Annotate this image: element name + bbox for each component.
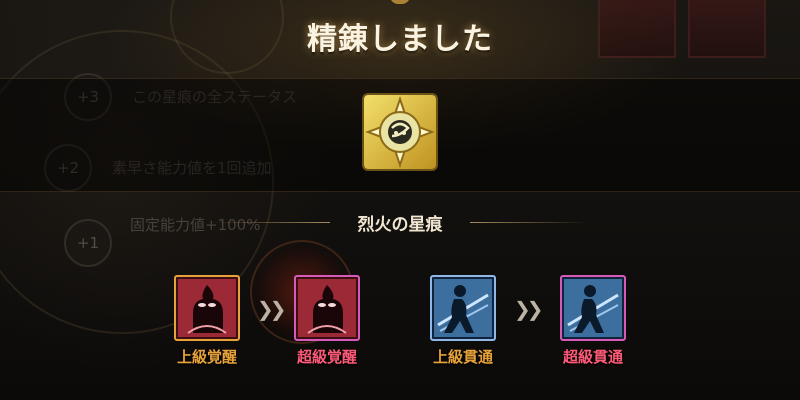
awakening-silhouette-icon bbox=[294, 275, 360, 341]
double-chevron-right-icon: ❯❯ bbox=[257, 297, 286, 321]
divider-line-right bbox=[470, 222, 588, 223]
awakening-silhouette-icon bbox=[174, 275, 240, 341]
skill-icon-from-awakening[interactable] bbox=[174, 275, 240, 341]
skill-label-to: 超級覚醒 bbox=[296, 348, 357, 366]
star-mark-emblem-icon[interactable] bbox=[364, 95, 436, 169]
skill-label-to: 超級貫通 bbox=[562, 348, 623, 366]
pierce-silhouette-icon bbox=[560, 275, 626, 341]
skill-icon-from-pierce[interactable] bbox=[430, 275, 496, 341]
double-chevron-right-icon: ❯❯ bbox=[514, 297, 543, 321]
skill-icon-to-pierce[interactable] bbox=[560, 275, 626, 341]
item-name: 烈火の星痕 bbox=[357, 215, 443, 235]
skill-label-from: 上級貫通 bbox=[432, 348, 493, 366]
skill-label-from: 上級覚醒 bbox=[176, 348, 237, 366]
pierce-silhouette-icon bbox=[430, 275, 496, 341]
skill-icon-to-awakening[interactable] bbox=[294, 275, 360, 341]
star-mark-emblem-graphic bbox=[365, 95, 435, 169]
result-title: 精錬しました bbox=[307, 22, 493, 57]
